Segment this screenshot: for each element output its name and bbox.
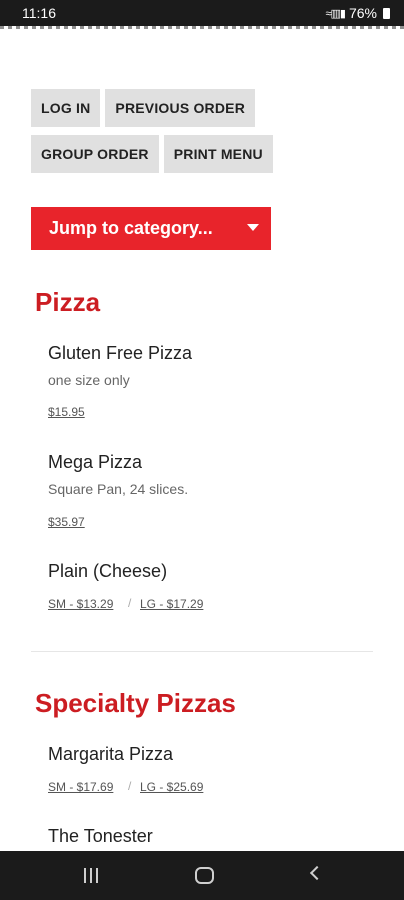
wifi-signal-icon: ≈▥▮ — [325, 7, 346, 20]
menu-item-price-sm[interactable]: SM - $17.69 — [48, 780, 113, 794]
page-edge — [0, 26, 404, 29]
battery-percent: 76% — [348, 5, 377, 21]
menu-item-description: one size only — [48, 372, 130, 388]
menu-item-price[interactable]: $15.95 — [48, 405, 85, 419]
recents-icon[interactable] — [84, 868, 98, 883]
menu-item-name[interactable]: Margarita Pizza — [48, 744, 173, 765]
android-nav-bar — [0, 851, 404, 900]
back-icon[interactable] — [309, 865, 325, 881]
menu-item-price-sm[interactable]: SM - $13.29 — [48, 597, 113, 611]
jump-to-category-dropdown[interactable]: Jump to category... — [31, 207, 271, 250]
top-buttons-row-2: GROUP ORDER PRINT MENU — [31, 135, 273, 173]
menu-item-description: Square Pan, 24 slices. — [48, 481, 189, 497]
group-order-button[interactable]: GROUP ORDER — [31, 135, 159, 173]
section-title-pizza: Pizza — [35, 287, 101, 317]
price-separator: / — [128, 596, 132, 610]
home-icon[interactable] — [195, 867, 214, 884]
caret-down-icon — [247, 224, 259, 231]
login-button[interactable]: LOG IN — [31, 89, 101, 127]
menu-item-name[interactable]: Mega Pizza — [48, 452, 142, 473]
previous-order-button[interactable]: PREVIOUS ORDER — [105, 89, 256, 127]
battery-icon — [383, 7, 390, 19]
section-title-specialty: Specialty Pizzas — [35, 688, 236, 718]
menu-item-name[interactable]: The Tonester — [48, 826, 153, 847]
status-right: ≈▥▮ 76% — [325, 5, 390, 21]
print-menu-button[interactable]: PRINT MENU — [163, 135, 273, 173]
menu-item-price[interactable]: $35.97 — [48, 515, 85, 529]
section-divider — [31, 651, 373, 652]
menu-item-price-lg[interactable]: LG - $17.29 — [140, 597, 203, 611]
jump-label: Jump to category... — [49, 218, 213, 238]
price-separator: / — [128, 779, 132, 793]
menu-item-name[interactable]: Plain (Cheese) — [48, 561, 167, 582]
status-time: 11:16 — [22, 5, 56, 21]
top-buttons-row-1: LOG IN PREVIOUS ORDER — [31, 89, 256, 127]
menu-item-name[interactable]: Gluten Free Pizza — [48, 343, 192, 364]
status-bar: 11:16 ≈▥▮ 76% — [0, 0, 404, 26]
menu-item-price-lg[interactable]: LG - $25.69 — [140, 780, 203, 794]
